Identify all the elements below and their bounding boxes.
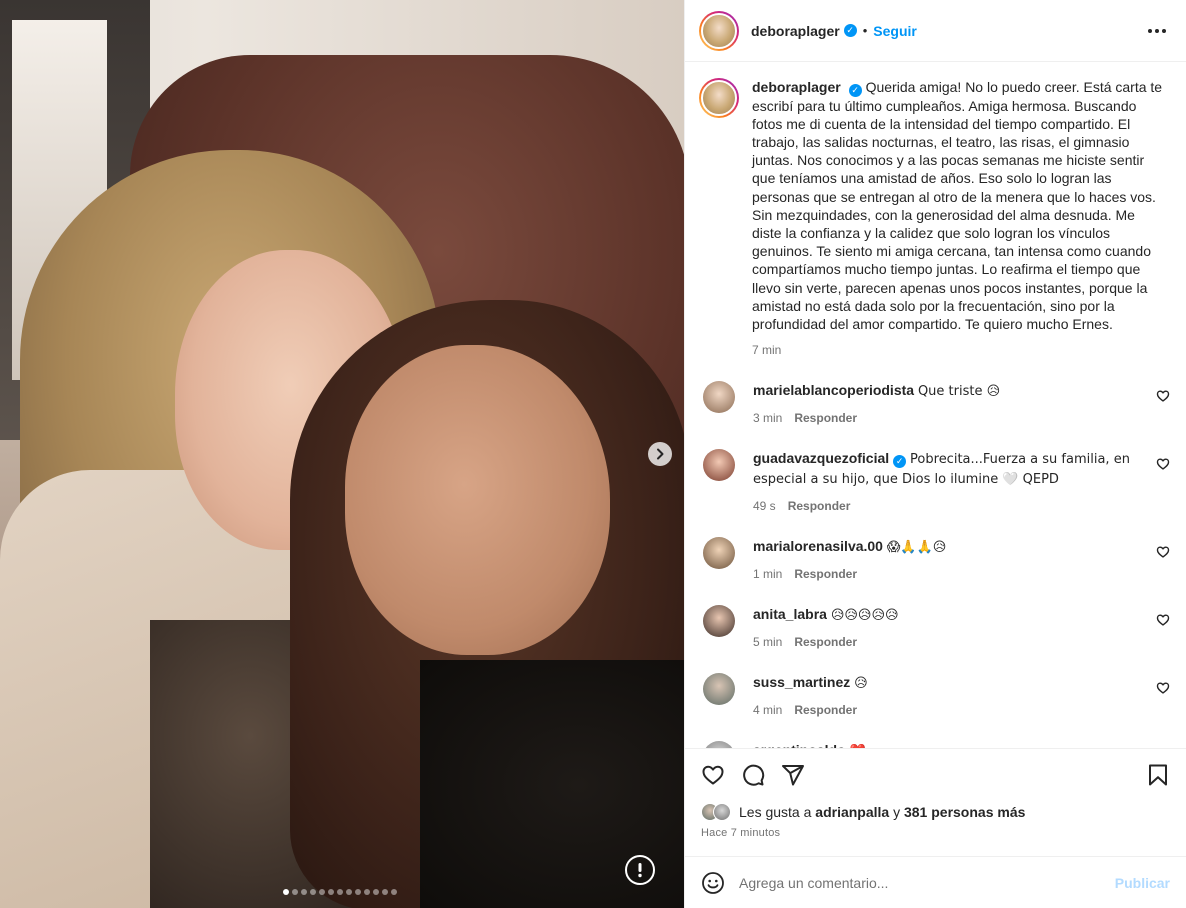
- sensitive-info-button[interactable]: [625, 855, 655, 885]
- chevron-right-icon: [657, 448, 664, 460]
- comment-item: anita_labra 😥😥😥😥😥 5 min Responder: [699, 605, 1172, 651]
- author-username[interactable]: deboraplager: [751, 23, 840, 39]
- comment-item: suss_martinez 😥 4 min Responder: [699, 673, 1172, 719]
- comment-text: 😥😥😥😥😥: [830, 608, 899, 624]
- share-icon[interactable]: [781, 763, 805, 787]
- verified-badge-icon: ✓: [848, 83, 862, 97]
- like-heart-icon[interactable]: [701, 763, 725, 787]
- carousel-dot: [337, 889, 343, 895]
- post-header: deboraplager ✓ • Seguir: [685, 0, 1186, 62]
- liker-username[interactable]: adrianpalla: [815, 804, 889, 820]
- comment-like-heart-icon[interactable]: [1156, 681, 1170, 695]
- comment-list: marielablancoperiodista Que triste 😥 3 mi…: [699, 381, 1172, 748]
- comment-time[interactable]: 3 min: [753, 409, 782, 427]
- carousel-dot: [373, 889, 379, 895]
- comment-time[interactable]: 1 min: [753, 565, 782, 583]
- commenter-avatar[interactable]: [703, 741, 735, 748]
- carousel-dot: [310, 889, 316, 895]
- more-options-icon[interactable]: [1142, 23, 1172, 39]
- verified-badge-icon: ✓: [893, 454, 907, 468]
- post-timestamp[interactable]: Hace 7 minutos: [701, 827, 1170, 839]
- comment-item: argentinoaldo ❤️: [699, 741, 1172, 748]
- comment-time[interactable]: 4 min: [753, 701, 782, 719]
- comment-like-heart-icon[interactable]: [1156, 389, 1170, 403]
- publish-button[interactable]: Publicar: [1115, 875, 1170, 891]
- comment-item: marielablancoperiodista Que triste 😥 3 mi…: [699, 381, 1172, 427]
- comment-input[interactable]: [739, 874, 1115, 891]
- carousel-dot: [319, 889, 325, 895]
- carousel-dot: [382, 889, 388, 895]
- post-panel: deboraplager ✓ • Seguir deboraplager ✓ Qu…: [684, 0, 1186, 908]
- commenter-avatar[interactable]: [703, 605, 735, 638]
- carousel-dot: [355, 889, 361, 895]
- caption-text: Querida amiga! No lo puedo creer. Está c…: [752, 79, 1163, 333]
- commenter-username[interactable]: marialorenasilva.00: [753, 538, 883, 554]
- comment-icon[interactable]: [741, 763, 765, 787]
- commenter-username[interactable]: argentinoaldo: [753, 742, 846, 748]
- commenter-username[interactable]: suss_martinez: [753, 674, 850, 690]
- comment-text: 😥: [854, 676, 868, 692]
- comment-like-heart-icon[interactable]: [1156, 457, 1170, 471]
- commenter-username[interactable]: anita_labra: [753, 606, 827, 622]
- action-bar: Les gusta a adrianpalla y 381 personas m…: [685, 748, 1186, 856]
- carousel-dot: [391, 889, 397, 895]
- comment-time[interactable]: 49 s: [753, 497, 776, 515]
- reply-button[interactable]: Responder: [794, 565, 857, 583]
- carousel-dot: [346, 889, 352, 895]
- comment-like-heart-icon[interactable]: [1156, 613, 1170, 627]
- carousel-dot: [283, 889, 289, 895]
- caption: deboraplager ✓ Querida amiga! No lo puedo…: [699, 78, 1172, 359]
- carousel-dot: [292, 889, 298, 895]
- commenter-avatar[interactable]: [703, 449, 735, 482]
- commenter-username[interactable]: guadavazquezoficial: [753, 450, 889, 466]
- post-modal: deboraplager ✓ • Seguir deboraplager ✓ Qu…: [0, 0, 1186, 908]
- add-comment-bar: Publicar: [685, 856, 1186, 908]
- carousel-next-button[interactable]: [648, 442, 672, 466]
- comment-text: Que triste 😥: [917, 384, 1001, 400]
- commenter-avatar[interactable]: [703, 381, 735, 414]
- likes-summary: Les gusta a adrianpalla y 381 personas m…: [701, 803, 1170, 821]
- comment-like-heart-icon[interactable]: [1156, 545, 1170, 559]
- likes-count[interactable]: 381 personas más: [904, 804, 1025, 820]
- reply-button[interactable]: Responder: [794, 409, 857, 427]
- caption-avatar[interactable]: [699, 78, 739, 118]
- comment-text: ❤️: [849, 744, 865, 748]
- verified-badge-icon: ✓: [843, 24, 857, 37]
- likers-avatars[interactable]: [701, 803, 731, 821]
- carousel-dot: [364, 889, 370, 895]
- carousel-dot: [328, 889, 334, 895]
- carousel-dot: [301, 889, 307, 895]
- post-photo[interactable]: [0, 0, 684, 908]
- emoji-icon[interactable]: [701, 871, 725, 895]
- save-bookmark-icon[interactable]: [1146, 763, 1170, 787]
- comment-item: marialorenasilva.00 😱🙏🙏😥 1 min Responder: [699, 537, 1172, 583]
- author-avatar[interactable]: [699, 10, 739, 51]
- caption-time[interactable]: 7 min: [752, 341, 781, 359]
- carousel-indicator: [283, 889, 397, 895]
- comment-time[interactable]: 5 min: [753, 633, 782, 651]
- comments-scroll[interactable]: deboraplager ✓ Querida amiga! No lo puedo…: [685, 62, 1186, 748]
- reply-button[interactable]: Responder: [794, 701, 857, 719]
- commenter-avatar[interactable]: [703, 673, 735, 706]
- header-separator: •: [862, 23, 868, 38]
- reply-button[interactable]: Responder: [788, 497, 851, 515]
- commenter-avatar[interactable]: [703, 537, 735, 570]
- comment-text: 😱🙏🙏😥: [886, 540, 947, 556]
- exclamation-icon: [638, 863, 642, 878]
- follow-button[interactable]: Seguir: [873, 23, 917, 39]
- caption-username[interactable]: deboraplager: [752, 79, 841, 95]
- reply-button[interactable]: Responder: [794, 633, 857, 651]
- comment-item: guadavazquezoficial ✓ Pobrecita...Fuerza …: [699, 449, 1172, 515]
- commenter-username[interactable]: marielablancoperiodista: [753, 382, 914, 398]
